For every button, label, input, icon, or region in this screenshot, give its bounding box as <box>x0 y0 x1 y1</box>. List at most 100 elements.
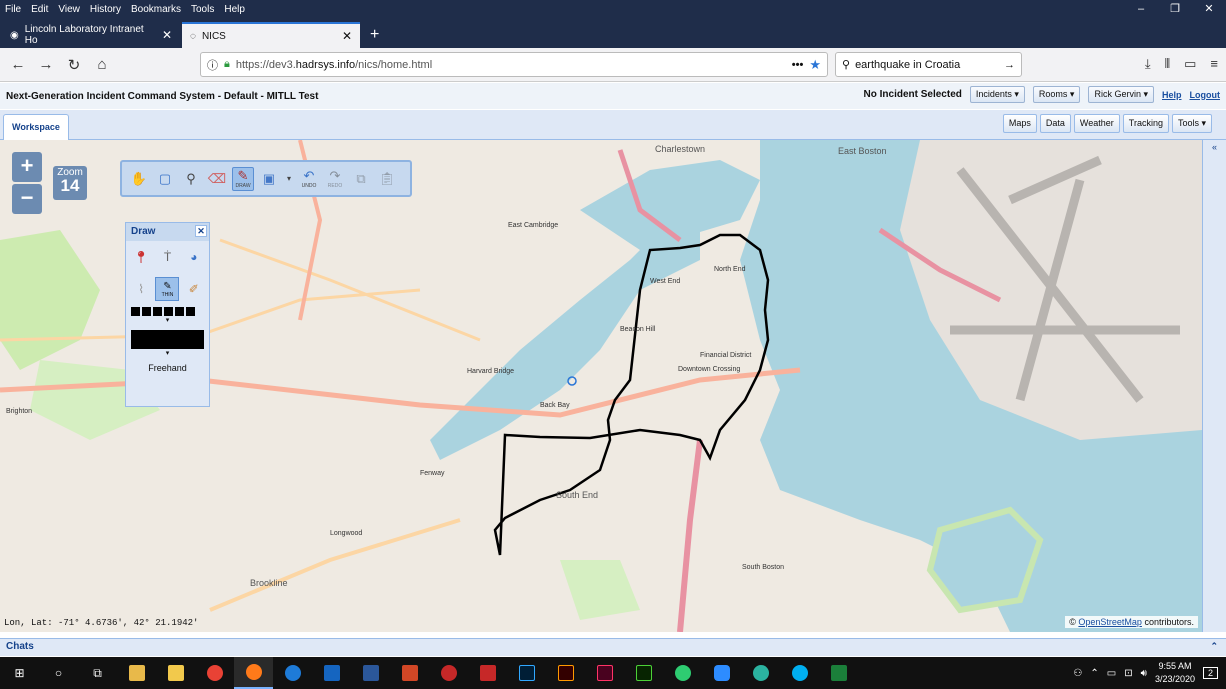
taskbar-app[interactable] <box>195 657 234 689</box>
taskbar-app[interactable] <box>468 657 507 689</box>
tab-workspace[interactable]: Workspace <box>3 114 69 140</box>
menu-bookmarks[interactable]: Bookmarks <box>126 4 186 15</box>
copy-icon[interactable]: ⧉ <box>350 167 372 191</box>
text-tool-icon[interactable]: Ṫ <box>155 245 179 269</box>
restore-button[interactable]: ❐ <box>1158 0 1192 18</box>
line-tool-icon[interactable]: ⌇ <box>129 277 153 301</box>
line-style-selector[interactable] <box>126 307 209 316</box>
menu-tools[interactable]: Tools <box>186 4 219 15</box>
taskbar-app[interactable] <box>585 657 624 689</box>
pen-tool-icon[interactable]: ✐ <box>182 277 206 301</box>
draw-tool-button[interactable]: ✎ DRAW <box>232 166 254 191</box>
maps-button[interactable]: Maps <box>1002 114 1037 133</box>
taskbar-app[interactable] <box>702 657 741 689</box>
volume-icon[interactable]: 🔊︎ <box>1141 668 1147 679</box>
incidents-button[interactable]: Incidents ▾ <box>969 86 1025 103</box>
menu-view[interactable]: View <box>53 4 85 15</box>
taskbar-app[interactable] <box>546 657 585 689</box>
hamburger-menu-icon[interactable]: ≡ <box>1210 56 1218 72</box>
menu-file[interactable]: File <box>0 4 26 15</box>
color-swatch[interactable] <box>131 330 204 349</box>
tools-button[interactable]: Tools ▾ <box>1171 114 1212 133</box>
image-tool-icon[interactable]: ▣ <box>258 167 280 191</box>
forward-icon[interactable]: → <box>32 56 60 73</box>
sidebar-icon[interactable]: ▭ <box>1184 56 1196 72</box>
battery-icon[interactable]: ▭ <box>1107 668 1116 679</box>
taskbar-app[interactable] <box>507 657 546 689</box>
new-tab-button[interactable]: + <box>360 22 389 48</box>
map-canvas[interactable]: Charlestown East Boston East Cambridge N… <box>0 140 1202 632</box>
eraser-icon[interactable]: ⌫ <box>206 167 228 191</box>
network-icon[interactable]: ⊡ <box>1124 668 1132 679</box>
page-actions-icon[interactable]: ••• <box>792 59 804 71</box>
bookmark-star-icon[interactable]: ★ <box>809 57 821 73</box>
zoom-search-icon[interactable]: ⚲ <box>180 167 202 191</box>
people-icon[interactable]: ⚇ <box>1073 668 1082 679</box>
taskbar-app[interactable] <box>780 657 819 689</box>
undo-button[interactable]: ↶ UNDO <box>298 167 320 191</box>
tab-lincoln[interactable]: ◉ Lincoln Laboratory Intranet Ho ✕ <box>2 22 180 48</box>
tracking-button[interactable]: Tracking <box>1122 114 1169 133</box>
help-link[interactable]: Help <box>1162 90 1182 100</box>
chevron-down-icon[interactable]: ▾ <box>126 349 209 359</box>
downloads-icon[interactable]: ⤓ <box>1145 56 1151 72</box>
chevron-down-icon[interactable]: ▾ <box>284 167 294 191</box>
rooms-button[interactable]: Rooms ▾ <box>1032 86 1081 103</box>
zoom-in-button[interactable]: + <box>12 152 42 182</box>
start-button[interactable]: ⊞ <box>0 657 39 689</box>
reload-icon[interactable]: ↻ <box>60 56 88 74</box>
menu-edit[interactable]: Edit <box>26 4 53 15</box>
marker-icon[interactable]: 📍︎ <box>129 245 153 269</box>
box-select-icon[interactable]: ▢ <box>154 167 176 191</box>
info-icon[interactable]: ⓘ <box>207 57 218 73</box>
taskbar-app[interactable] <box>351 657 390 689</box>
expand-icon[interactable]: ⌃ <box>1210 641 1218 652</box>
osm-link[interactable]: OpenStreetMap <box>1078 617 1142 627</box>
minimize-button[interactable]: – <box>1124 0 1158 18</box>
weather-button[interactable]: Weather <box>1073 114 1120 133</box>
chats-panel[interactable]: Chats ⌃ <box>0 638 1226 656</box>
search-bar[interactable]: ⚲ earthquake in Croatia → <box>835 52 1022 77</box>
home-icon[interactable]: ⌂ <box>88 56 116 73</box>
taskbar-app[interactable] <box>624 657 663 689</box>
tab-nics[interactable]: ◌ NICS ✕ <box>182 22 360 48</box>
taskbar-app[interactable] <box>390 657 429 689</box>
taskbar-app[interactable] <box>117 657 156 689</box>
chevron-down-icon[interactable]: ▾ <box>126 316 209 326</box>
redo-button[interactable]: ↷ REDO <box>324 167 346 191</box>
data-button[interactable]: Data <box>1039 114 1071 133</box>
close-window-button[interactable]: ✕ <box>1192 0 1226 18</box>
freehand-tool-button[interactable]: ✎ THIN <box>155 277 180 301</box>
taskbar-app[interactable] <box>429 657 468 689</box>
search-input[interactable]: earthquake in Croatia <box>855 59 960 71</box>
search-go-icon[interactable]: → <box>1004 59 1015 71</box>
chevron-up-icon[interactable]: ⌃ <box>1090 668 1098 679</box>
taskbar-app[interactable] <box>156 657 195 689</box>
clock[interactable]: 9:55 AM 3/23/2020 <box>1155 660 1195 686</box>
menu-help[interactable]: Help <box>219 4 250 15</box>
zoom-out-button[interactable]: − <box>12 184 42 214</box>
logout-link[interactable]: Logout <box>1190 90 1221 100</box>
collapsed-side-panel[interactable]: « <box>1202 140 1226 632</box>
paste-icon[interactable]: 📋︎ <box>376 167 398 191</box>
url-bar[interactable]: ⓘ 🔒︎ https://dev3.hadrsys.info/nics/home… <box>200 52 828 77</box>
user-menu-button[interactable]: Rick Gervin ▾ <box>1088 86 1154 103</box>
close-tab-icon[interactable]: ✕ <box>162 28 172 42</box>
menu-history[interactable]: History <box>85 4 126 15</box>
taskbar-app[interactable] <box>741 657 780 689</box>
cortana-button[interactable]: ○ <box>39 657 78 689</box>
taskbar-app[interactable] <box>234 657 273 689</box>
expand-panel-icon[interactable]: « <box>1203 142 1226 152</box>
back-icon[interactable]: ← <box>4 56 32 73</box>
close-icon[interactable]: ✕ <box>195 225 207 237</box>
notification-icon[interactable]: 2 <box>1202 667 1218 679</box>
library-icon[interactable]: ⫴ <box>1165 56 1170 72</box>
taskbar-app[interactable] <box>312 657 351 689</box>
taskbar-app[interactable] <box>273 657 312 689</box>
close-tab-icon[interactable]: ✕ <box>342 29 352 43</box>
task-view-button[interactable]: ⧉ <box>78 657 117 689</box>
symbol-tool-icon[interactable]: ◕ <box>182 245 206 269</box>
pan-hand-icon[interactable]: ✋ <box>128 167 150 191</box>
taskbar-app[interactable] <box>819 657 858 689</box>
taskbar-app[interactable] <box>663 657 702 689</box>
